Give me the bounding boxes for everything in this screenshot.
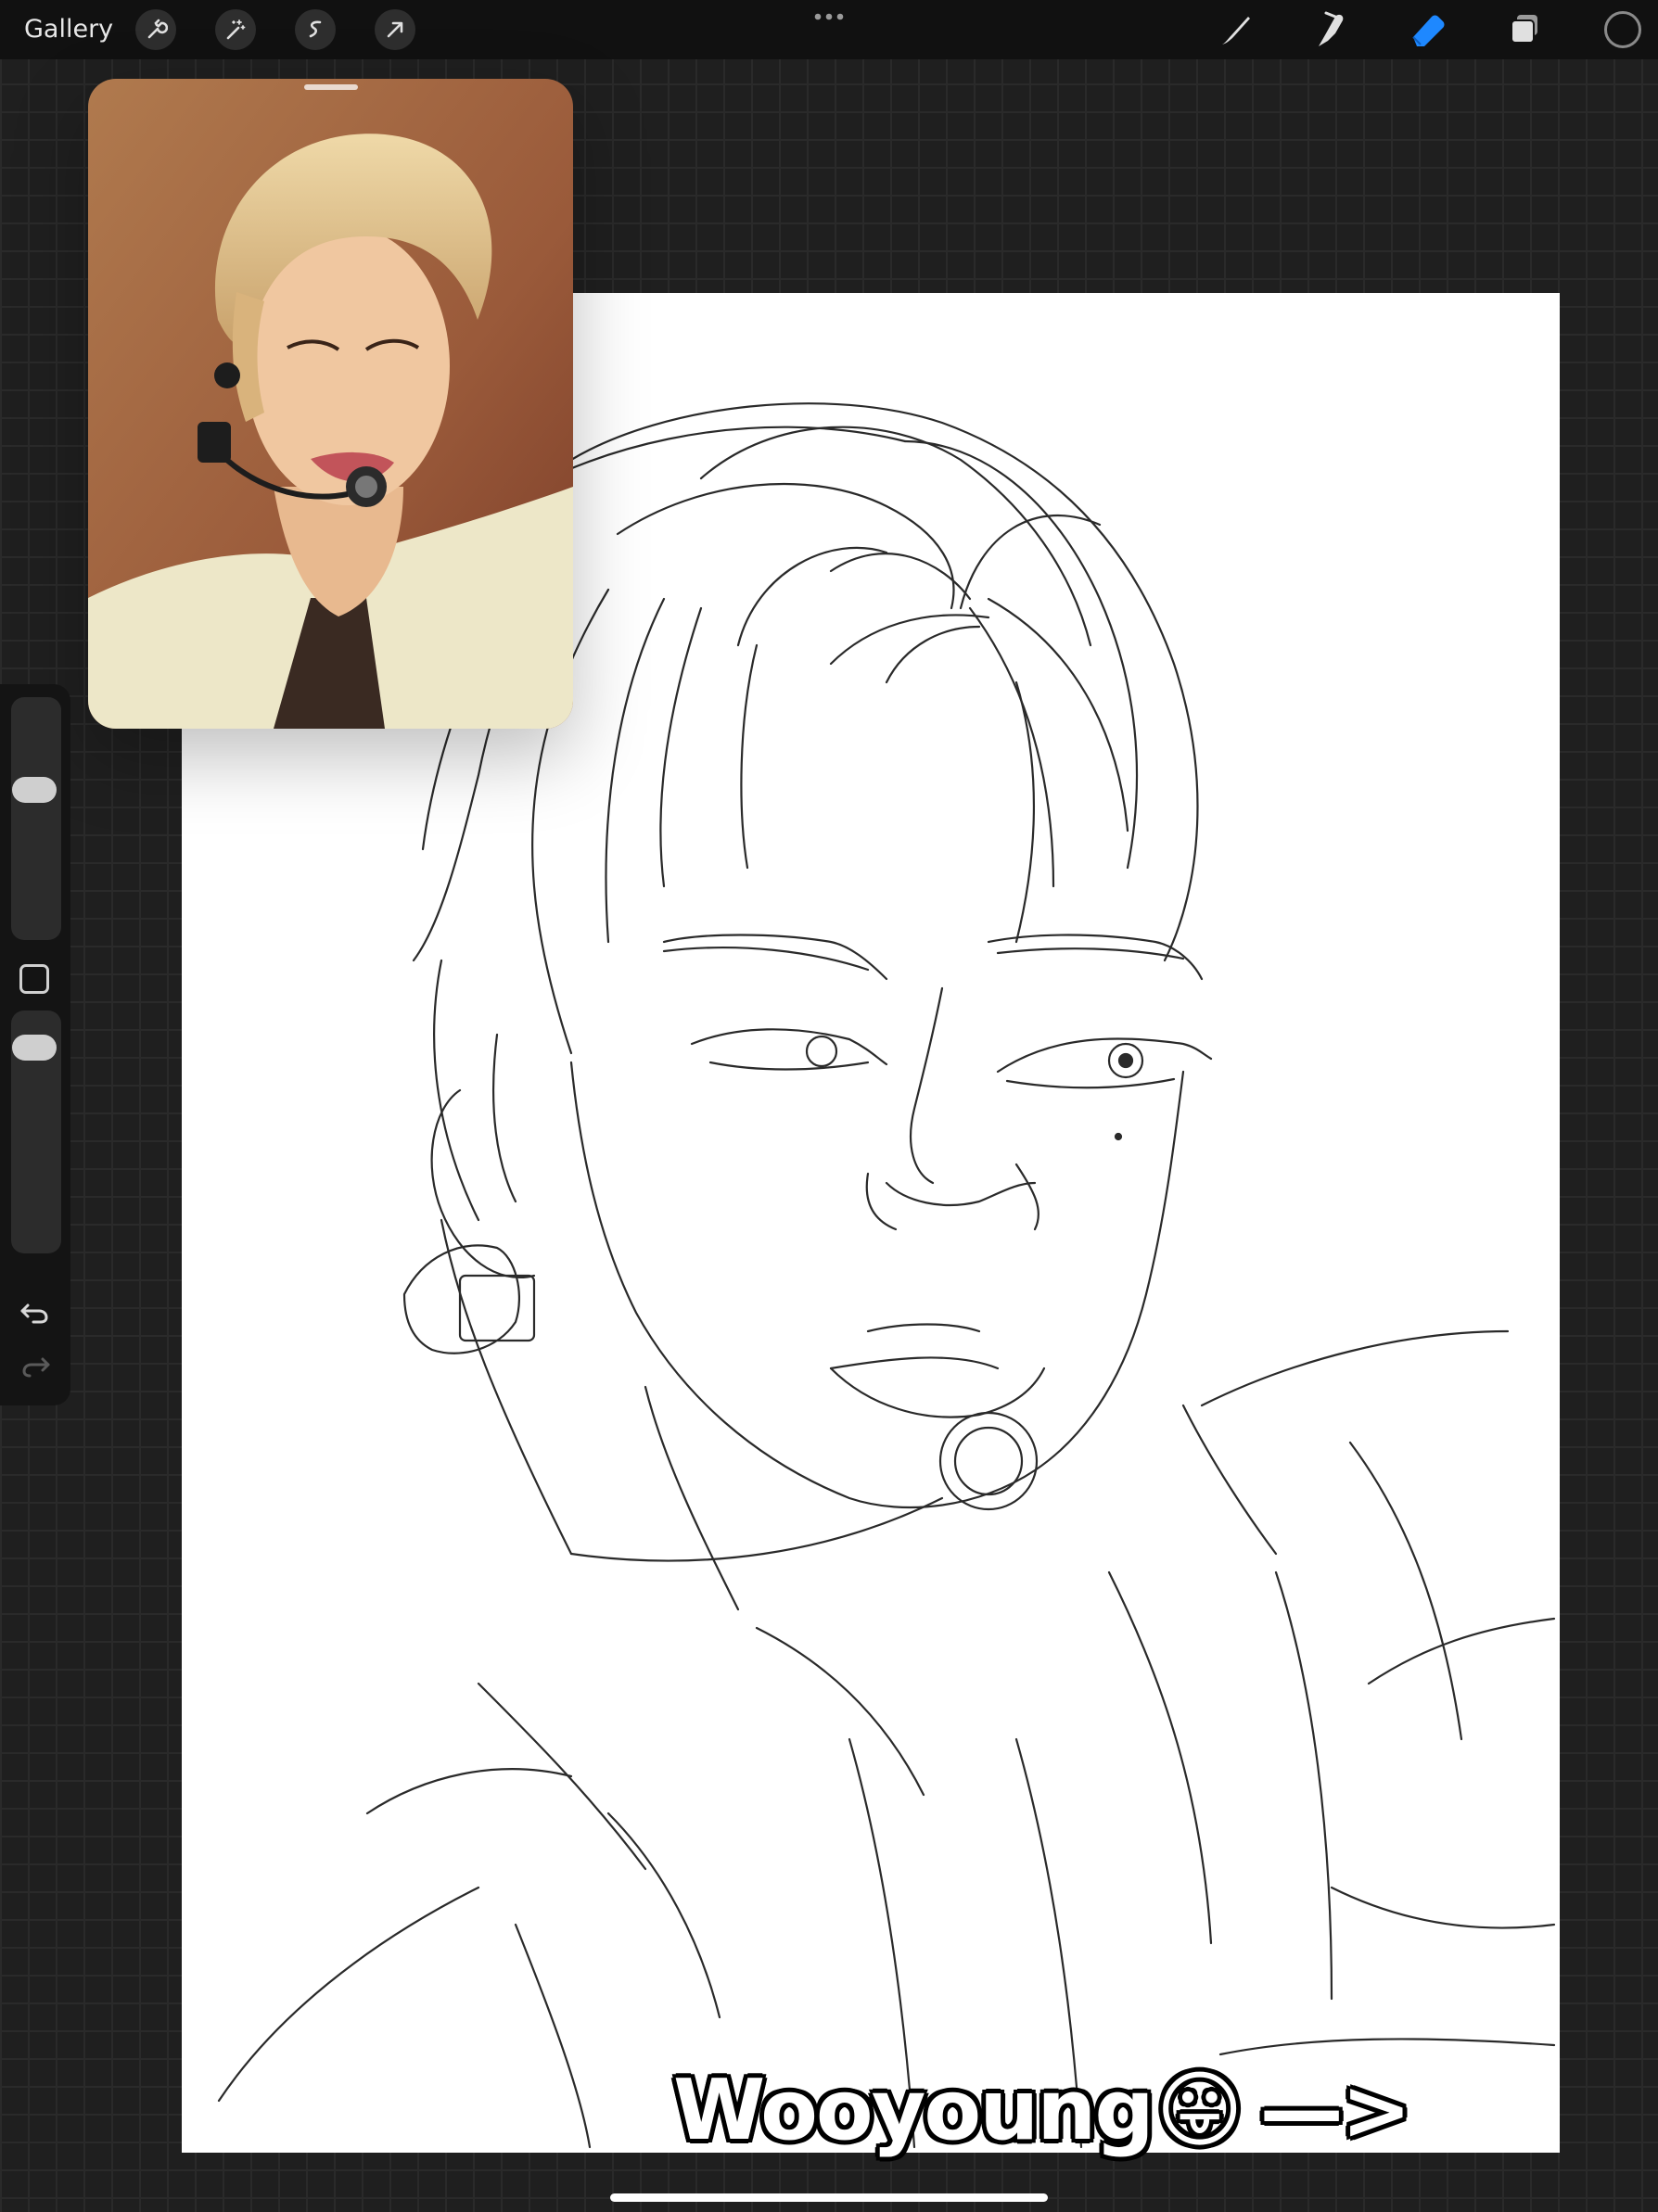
brush-size-slider[interactable] (11, 697, 61, 940)
caption-emoji: 😛 (1155, 2061, 1244, 2159)
reference-photo (88, 79, 573, 729)
magic-wand-icon[interactable] (215, 9, 256, 50)
brush-icon[interactable] (1211, 6, 1259, 54)
color-picker-button[interactable] (1604, 11, 1641, 48)
left-sidebar (0, 684, 70, 1405)
caption-name: Wooyoung (673, 2061, 1154, 2159)
brush-size-thumb[interactable] (12, 777, 57, 803)
reference-window[interactable] (88, 79, 573, 729)
top-toolbar: Gallery (0, 0, 1658, 59)
caption-arrow: —> (1259, 2061, 1411, 2159)
reference-drag-handle[interactable] (304, 84, 358, 90)
redo-icon[interactable] (17, 1346, 54, 1383)
selection-icon[interactable] (295, 9, 336, 50)
opacity-thumb[interactable] (12, 1035, 57, 1061)
wrench-icon[interactable] (135, 9, 176, 50)
modify-button[interactable] (19, 964, 49, 994)
eraser-icon[interactable] (1404, 6, 1452, 54)
gallery-button[interactable]: Gallery (24, 11, 113, 48)
more-options-icon[interactable] (812, 4, 846, 30)
caption-overlay: Wooyoung 😛 —> (673, 2059, 1411, 2161)
transform-arrow-icon[interactable] (375, 9, 415, 50)
layers-icon[interactable] (1500, 6, 1549, 54)
smudge-icon[interactable] (1307, 6, 1356, 54)
home-indicator[interactable] (610, 2193, 1048, 2202)
undo-icon[interactable] (17, 1292, 54, 1329)
